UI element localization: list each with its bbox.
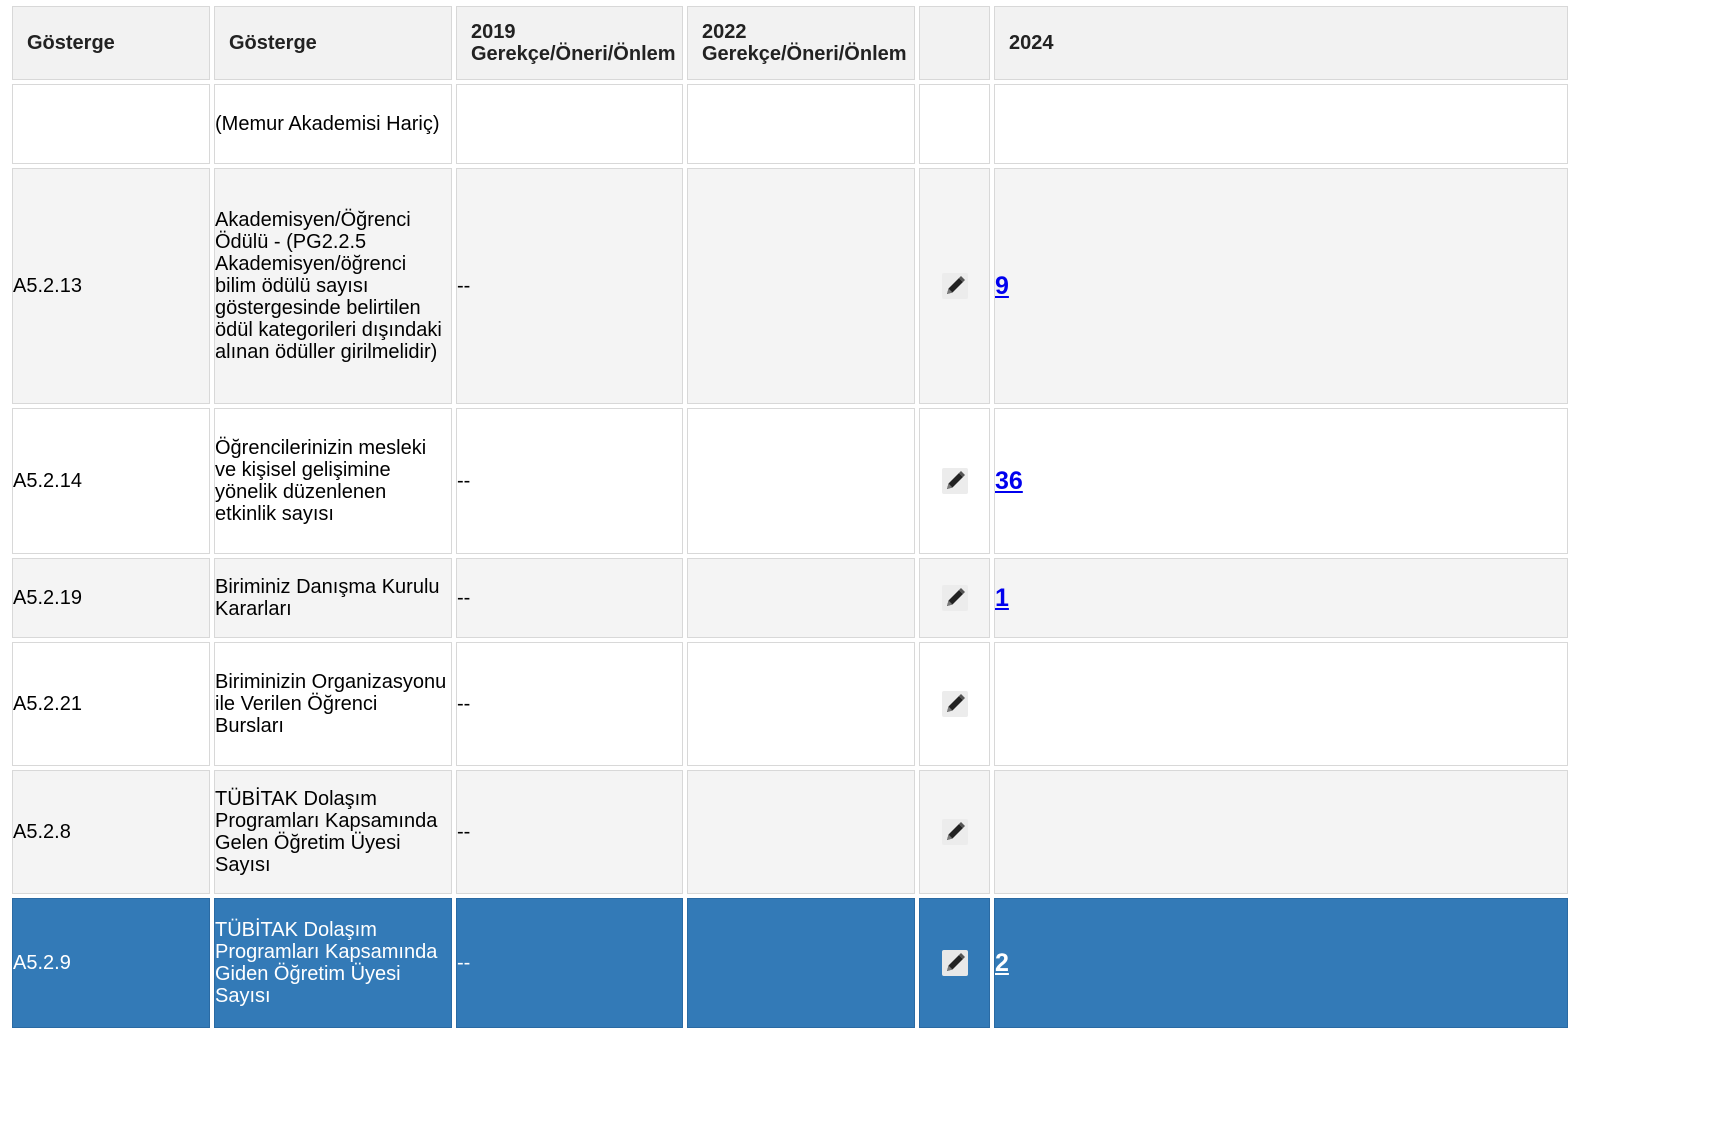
row-edit-cell xyxy=(919,770,990,894)
row-2019-value: -- xyxy=(456,642,683,766)
row-2024-value: 36 xyxy=(994,408,1568,554)
header-2019-year: 2019 xyxy=(471,21,516,43)
table-row[interactable]: A5.2.14 Öğrencilerinizin mesleki ve kişi… xyxy=(12,408,1568,554)
header-2022[interactable]: 2022 Gerekçe/Öneri/Önlem xyxy=(687,6,915,80)
row-2022-value xyxy=(687,770,915,894)
indicator-table: Gösterge Gösterge 2019 Gerekçe/Öneri/Önle… xyxy=(8,2,1572,1032)
row-code: A5.2.21 xyxy=(12,642,210,766)
row-code: A5.2.14 xyxy=(12,408,210,554)
row-edit-cell xyxy=(919,84,990,164)
table-row[interactable]: (Memur Akademisi Hariç) xyxy=(12,84,1568,164)
row-edit-cell xyxy=(919,168,990,404)
pencil-icon[interactable] xyxy=(941,950,968,976)
row-2024-value xyxy=(994,84,1568,164)
row-2022-value xyxy=(687,558,915,638)
row-description: (Memur Akademisi Hariç) xyxy=(214,84,452,164)
value-link[interactable]: 36 xyxy=(995,467,1023,495)
table-row[interactable]: A5.2.13 Akademisyen/Öğrenci Ödülü - (PG2… xyxy=(12,168,1568,404)
value-link[interactable]: 9 xyxy=(995,272,1009,300)
row-2022-value xyxy=(687,898,915,1028)
row-edit-cell xyxy=(919,558,990,638)
row-2019-value: -- xyxy=(456,898,683,1028)
header-2022-subtitle: Gerekçe/Öneri/Önlem xyxy=(702,43,907,65)
header-gosterge-desc[interactable]: Gösterge xyxy=(214,6,452,80)
value-link[interactable]: 2 xyxy=(995,949,1009,977)
header-2022-year: 2022 xyxy=(702,21,747,43)
row-description: Biriminizin Organizasyonu ile Verilen Öğ… xyxy=(214,642,452,766)
row-2019-value xyxy=(456,84,683,164)
row-code: A5.2.19 xyxy=(12,558,210,638)
row-edit-cell xyxy=(919,408,990,554)
row-edit-cell xyxy=(919,642,990,766)
row-description: Öğrencilerinizin mesleki ve kişisel geli… xyxy=(214,408,452,554)
header-gosterge-code[interactable]: Gösterge xyxy=(12,6,210,80)
header-2024[interactable]: 2024 xyxy=(994,6,1568,80)
row-2019-value: -- xyxy=(456,770,683,894)
header-2019-subtitle: Gerekçe/Öneri/Önlem xyxy=(471,43,676,65)
header-edit xyxy=(919,6,990,80)
row-2024-value: 2 xyxy=(994,898,1568,1028)
table-row-selected[interactable]: A5.2.9 TÜBİTAK Dolaşım Programları Kapsa… xyxy=(12,898,1568,1028)
row-code xyxy=(12,84,210,164)
row-description: Biriminiz Danışma Kurulu Kararları xyxy=(214,558,452,638)
row-code: A5.2.13 xyxy=(12,168,210,404)
pencil-icon[interactable] xyxy=(941,819,968,845)
row-2019-value: -- xyxy=(456,168,683,404)
row-description: TÜBİTAK Dolaşım Programları Kapsamında G… xyxy=(214,770,452,894)
row-2024-value xyxy=(994,770,1568,894)
row-description: Akademisyen/Öğrenci Ödülü - (PG2.2.5 Aka… xyxy=(214,168,452,404)
row-description: TÜBİTAK Dolaşım Programları Kapsamında G… xyxy=(214,898,452,1028)
pencil-icon[interactable] xyxy=(941,585,968,611)
row-2022-value xyxy=(687,84,915,164)
pencil-icon[interactable] xyxy=(941,273,968,299)
table-row[interactable]: A5.2.19 Biriminiz Danışma Kurulu Kararla… xyxy=(12,558,1568,638)
table-row[interactable]: A5.2.21 Biriminizin Organizasyonu ile Ve… xyxy=(12,642,1568,766)
row-2024-value xyxy=(994,642,1568,766)
pencil-icon[interactable] xyxy=(941,468,968,494)
table-row[interactable]: A5.2.8 TÜBİTAK Dolaşım Programları Kapsa… xyxy=(12,770,1568,894)
row-2022-value xyxy=(687,408,915,554)
value-link[interactable]: 1 xyxy=(995,584,1009,612)
row-2024-value: 9 xyxy=(994,168,1568,404)
row-2022-value xyxy=(687,642,915,766)
header-2019[interactable]: 2019 Gerekçe/Öneri/Önlem xyxy=(456,6,683,80)
row-code: A5.2.8 xyxy=(12,770,210,894)
row-2019-value: -- xyxy=(456,408,683,554)
row-2022-value xyxy=(687,168,915,404)
row-2019-value: -- xyxy=(456,558,683,638)
row-code: A5.2.9 xyxy=(12,898,210,1028)
pencil-icon[interactable] xyxy=(941,691,968,717)
table-header-row: Gösterge Gösterge 2019 Gerekçe/Öneri/Önle… xyxy=(12,6,1568,80)
row-edit-cell xyxy=(919,898,990,1028)
row-2024-value: 1 xyxy=(994,558,1568,638)
